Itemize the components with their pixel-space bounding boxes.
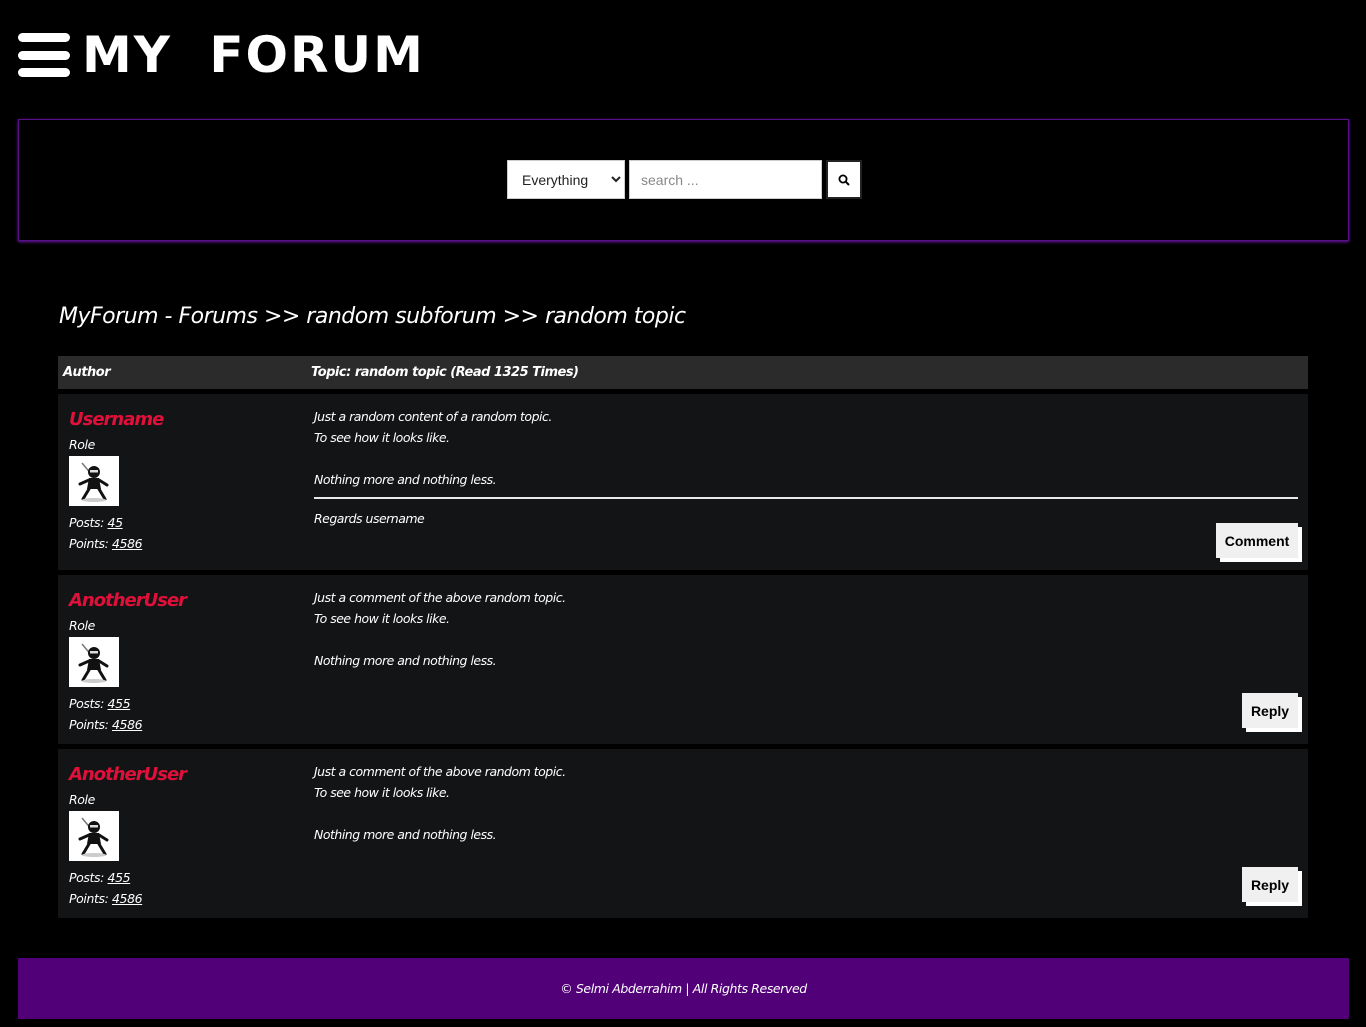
post: AnotherUser Role Posts: 455 Points: 4586… — [58, 575, 1308, 744]
post: AnotherUser Role Posts: 455 Points: 4586… — [58, 749, 1308, 918]
points-label: Points: — [69, 536, 109, 551]
search-panel: Everything — [18, 119, 1349, 241]
reply-button[interactable]: Reply — [1242, 867, 1298, 902]
posts-label: Posts: — [69, 515, 104, 530]
search-scope-select[interactable]: Everything — [507, 160, 625, 199]
post-line: Nothing more and nothing less. — [314, 472, 497, 487]
author-points: Points: 4586 — [69, 533, 304, 554]
posts-label: Posts: — [69, 696, 104, 711]
posts-count-link[interactable]: 455 — [108, 696, 131, 711]
author-posts: Posts: 45 — [69, 512, 304, 533]
points-count-link[interactable]: 4586 — [112, 536, 143, 551]
reply-button[interactable]: Reply — [1242, 693, 1298, 728]
post-signature: Regards username — [314, 511, 425, 526]
search-icon — [838, 174, 850, 186]
posts-count-link[interactable]: 455 — [108, 870, 131, 885]
post-content: Just a comment of the above random topic… — [304, 575, 1308, 744]
points-count-link[interactable]: 4586 — [112, 717, 143, 732]
posts-label: Posts: — [69, 870, 104, 885]
post-author: AnotherUser Role Posts: 455 Points: 4586 — [58, 575, 304, 744]
ninja-avatar-icon — [78, 643, 109, 683]
avatar[interactable] — [69, 637, 119, 687]
thread-header-row: Author Topic: random topic (Read 1325 Ti… — [58, 356, 1308, 389]
ninja-avatar-icon — [78, 817, 109, 857]
author-posts: Posts: 455 — [69, 693, 304, 714]
post-line: Nothing more and nothing less. — [314, 827, 497, 842]
author-points: Points: 4586 — [69, 714, 304, 735]
post-author: Username Role Posts: 45 Points: 4586 — [58, 394, 304, 570]
avatar[interactable] — [69, 811, 119, 861]
post-line: To see how it looks like. — [314, 611, 450, 626]
points-label: Points: — [69, 891, 109, 906]
post-line: Just a comment of the above random topic… — [314, 764, 566, 779]
post-line: To see how it looks like. — [314, 785, 450, 800]
post-line: Just a random content of a random topic. — [314, 409, 552, 424]
comment-button[interactable]: Comment — [1216, 523, 1298, 558]
search-input[interactable] — [629, 160, 822, 199]
author-role: Role — [69, 618, 95, 633]
site-logo[interactable]: MY FORUM — [82, 30, 425, 80]
author-posts: Posts: 455 — [69, 867, 304, 888]
points-label: Points: — [69, 717, 109, 732]
topic-thread: Author Topic: random topic (Read 1325 Ti… — [58, 356, 1308, 918]
site-footer: © Selmi Abderrahim | All Rights Reserved — [18, 958, 1349, 1019]
author-column-header: Author — [63, 365, 111, 380]
search-button[interactable] — [826, 160, 862, 199]
post-line: Nothing more and nothing less. — [314, 653, 497, 668]
hamburger-menu-icon[interactable] — [18, 33, 70, 77]
post-line: Just a comment of the above random topic… — [314, 590, 566, 605]
posts-count-link[interactable]: 45 — [108, 515, 124, 530]
ninja-avatar-icon — [78, 462, 109, 502]
author-username[interactable]: AnotherUser — [69, 763, 304, 787]
topic-column-header: Topic: random topic (Read 1325 Times) — [311, 365, 579, 380]
signature-divider — [314, 497, 1298, 499]
post: Username Role Posts: 45 Points: 4586 Jus… — [58, 394, 1308, 570]
post-content: Just a random content of a random topic.… — [304, 394, 1308, 570]
author-username[interactable]: AnotherUser — [69, 589, 304, 613]
search-bar: Everything — [507, 160, 862, 199]
author-role: Role — [69, 437, 95, 452]
copyright-text: © Selmi Abderrahim | All Rights Reserved — [560, 981, 807, 996]
author-username[interactable]: Username — [69, 408, 304, 432]
avatar[interactable] — [69, 456, 119, 506]
breadcrumb[interactable]: MyForum - Forums >> random subforum >> r… — [59, 304, 686, 329]
post-author: AnotherUser Role Posts: 455 Points: 4586 — [58, 749, 304, 918]
post-content: Just a comment of the above random topic… — [304, 749, 1308, 918]
post-line: To see how it looks like. — [314, 430, 450, 445]
author-role: Role — [69, 792, 95, 807]
author-points: Points: 4586 — [69, 888, 304, 909]
points-count-link[interactable]: 4586 — [112, 891, 143, 906]
site-header: MY FORUM — [18, 30, 425, 80]
